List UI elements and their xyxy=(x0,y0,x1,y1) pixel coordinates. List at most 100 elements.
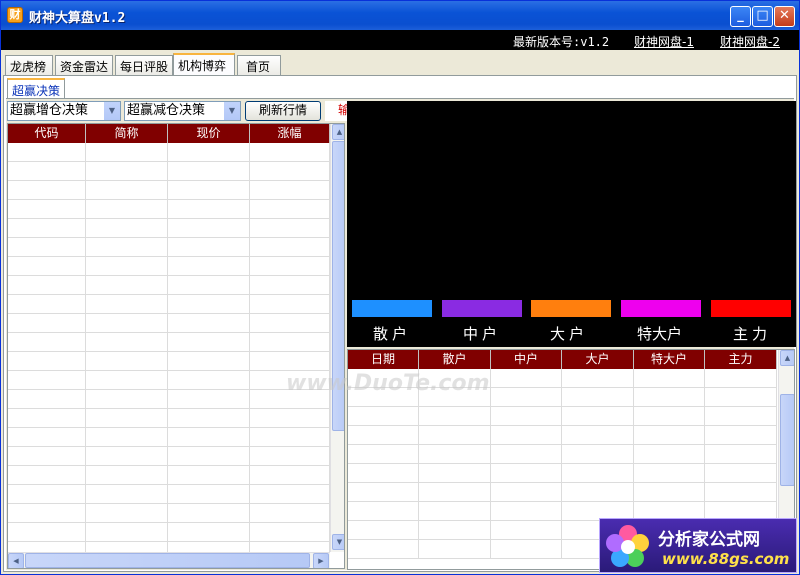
hscroll-thumb[interactable] xyxy=(25,553,310,568)
tab-jigoubovi[interactable]: 机构博弈 xyxy=(173,53,235,76)
table-cell xyxy=(250,162,330,180)
table-row[interactable] xyxy=(348,407,777,426)
col-name[interactable]: 简称 xyxy=(86,124,168,143)
refresh-quotes-button[interactable]: 刷新行情 xyxy=(245,101,321,121)
table-row[interactable] xyxy=(8,504,330,523)
site-logo: 分析家公式网 www.88gs.com xyxy=(599,518,797,573)
table-row[interactable] xyxy=(348,426,777,445)
decrease-decision-select[interactable]: 超赢减仓决策 ▼ xyxy=(124,101,241,121)
table-row[interactable] xyxy=(8,466,330,485)
col-extra-large[interactable]: 特大户 xyxy=(634,350,705,369)
table-row[interactable] xyxy=(8,162,330,181)
scroll-left-icon[interactable]: ◀ xyxy=(8,553,24,568)
scroll-up-icon[interactable]: ▲ xyxy=(332,124,344,140)
tab-longhubang[interactable]: 龙虎榜 xyxy=(5,55,53,75)
increase-decision-select[interactable]: 超赢增仓决策 ▼ xyxy=(7,101,121,121)
col-change[interactable]: 涨幅 xyxy=(250,124,330,143)
table-cell xyxy=(250,181,330,199)
stock-table-vscroll[interactable]: ▲ ▼ xyxy=(330,124,344,552)
table-cell xyxy=(8,409,86,427)
tab-zijinleida[interactable]: 资金雷达 xyxy=(55,55,113,75)
table-row[interactable] xyxy=(8,257,330,276)
table-row[interactable] xyxy=(8,143,330,162)
table-cell xyxy=(86,257,168,275)
table-cell xyxy=(250,504,330,522)
table-cell xyxy=(86,409,168,427)
cloud-link-2[interactable]: 财神网盘-2 xyxy=(720,33,780,50)
col-retail[interactable]: 散户 xyxy=(419,350,491,369)
cloud-link-1[interactable]: 财神网盘-1 xyxy=(634,33,694,50)
table-row[interactable] xyxy=(8,371,330,390)
table-cell xyxy=(348,502,419,520)
table-cell xyxy=(250,523,330,541)
table-row[interactable] xyxy=(8,314,330,333)
col-code[interactable]: 代码 xyxy=(8,124,86,143)
stock-table-hscroll[interactable]: ◀ ▶ xyxy=(8,552,330,568)
table-cell xyxy=(168,314,250,332)
chevron-down-icon[interactable]: ▼ xyxy=(223,102,240,120)
tab-meiripinggu[interactable]: 每日评股 xyxy=(115,55,173,75)
scroll-thumb[interactable] xyxy=(780,394,794,486)
table-row[interactable] xyxy=(348,464,777,483)
table-row[interactable] xyxy=(8,333,330,352)
minimize-button[interactable]: _ xyxy=(730,6,751,27)
table-cell xyxy=(8,238,86,256)
maximize-button[interactable]: □ xyxy=(752,6,773,27)
table-cell xyxy=(86,352,168,370)
table-cell xyxy=(8,200,86,218)
col-large[interactable]: 大户 xyxy=(562,350,634,369)
col-date[interactable]: 日期 xyxy=(348,350,419,369)
chevron-down-icon[interactable]: ▼ xyxy=(103,102,120,120)
stock-table-header: 代码 简称 现价 涨幅 xyxy=(8,124,330,143)
table-cell xyxy=(348,445,419,463)
table-cell xyxy=(8,485,86,503)
table-cell xyxy=(491,426,562,444)
table-row[interactable] xyxy=(8,200,330,219)
table-cell xyxy=(491,464,562,482)
table-row[interactable] xyxy=(8,409,330,428)
close-button[interactable]: ✕ xyxy=(774,6,795,27)
table-row[interactable] xyxy=(8,219,330,238)
table-row[interactable] xyxy=(8,390,330,409)
table-row[interactable] xyxy=(8,295,330,314)
table-row[interactable] xyxy=(8,352,330,371)
table-cell xyxy=(168,428,250,446)
table-cell xyxy=(168,219,250,237)
table-cell xyxy=(634,407,705,425)
investor-type-panel: 散户 中户 大户 特大户 主力 xyxy=(347,101,796,347)
title-bar[interactable]: 财 财神大算盘v1.2 _ □ ✕ xyxy=(1,1,799,30)
table-cell xyxy=(250,428,330,446)
col-price[interactable]: 现价 xyxy=(168,124,250,143)
table-row[interactable] xyxy=(348,483,777,502)
table-cell xyxy=(168,276,250,294)
table-cell xyxy=(86,523,168,541)
tab-shouye[interactable]: 首页 xyxy=(237,55,281,75)
table-cell xyxy=(419,407,491,425)
table-cell xyxy=(86,504,168,522)
col-main-force[interactable]: 主力 xyxy=(705,350,777,369)
table-row[interactable] xyxy=(8,238,330,257)
subtab-chaoying[interactable]: 超赢决策 xyxy=(7,78,66,98)
tab-panel: 超赢决策 超赢增仓决策 ▼ 超赢减仓决策 ▼ 刷新行情 输入代码 代码 简称 现… xyxy=(3,75,797,572)
table-row[interactable] xyxy=(8,428,330,447)
table-cell xyxy=(491,388,562,406)
scroll-right-icon[interactable]: ▶ xyxy=(313,553,329,568)
table-row[interactable] xyxy=(8,181,330,200)
table-cell xyxy=(168,485,250,503)
bar-large xyxy=(531,300,611,317)
table-row[interactable] xyxy=(8,523,330,542)
col-medium[interactable]: 中户 xyxy=(491,350,562,369)
scroll-up-icon[interactable]: ▲ xyxy=(780,350,794,366)
table-cell xyxy=(86,143,168,161)
table-cell xyxy=(562,445,634,463)
logo-url: www.88gs.com xyxy=(662,550,790,568)
scroll-down-icon[interactable]: ▼ xyxy=(332,534,344,550)
table-row[interactable] xyxy=(8,276,330,295)
table-row[interactable] xyxy=(348,445,777,464)
table-row[interactable] xyxy=(8,485,330,504)
table-cell xyxy=(250,219,330,237)
label-main-force: 主力 xyxy=(733,325,772,343)
table-cell xyxy=(168,447,250,465)
table-row[interactable] xyxy=(8,447,330,466)
logo-name: 分析家公式网 xyxy=(658,530,760,550)
